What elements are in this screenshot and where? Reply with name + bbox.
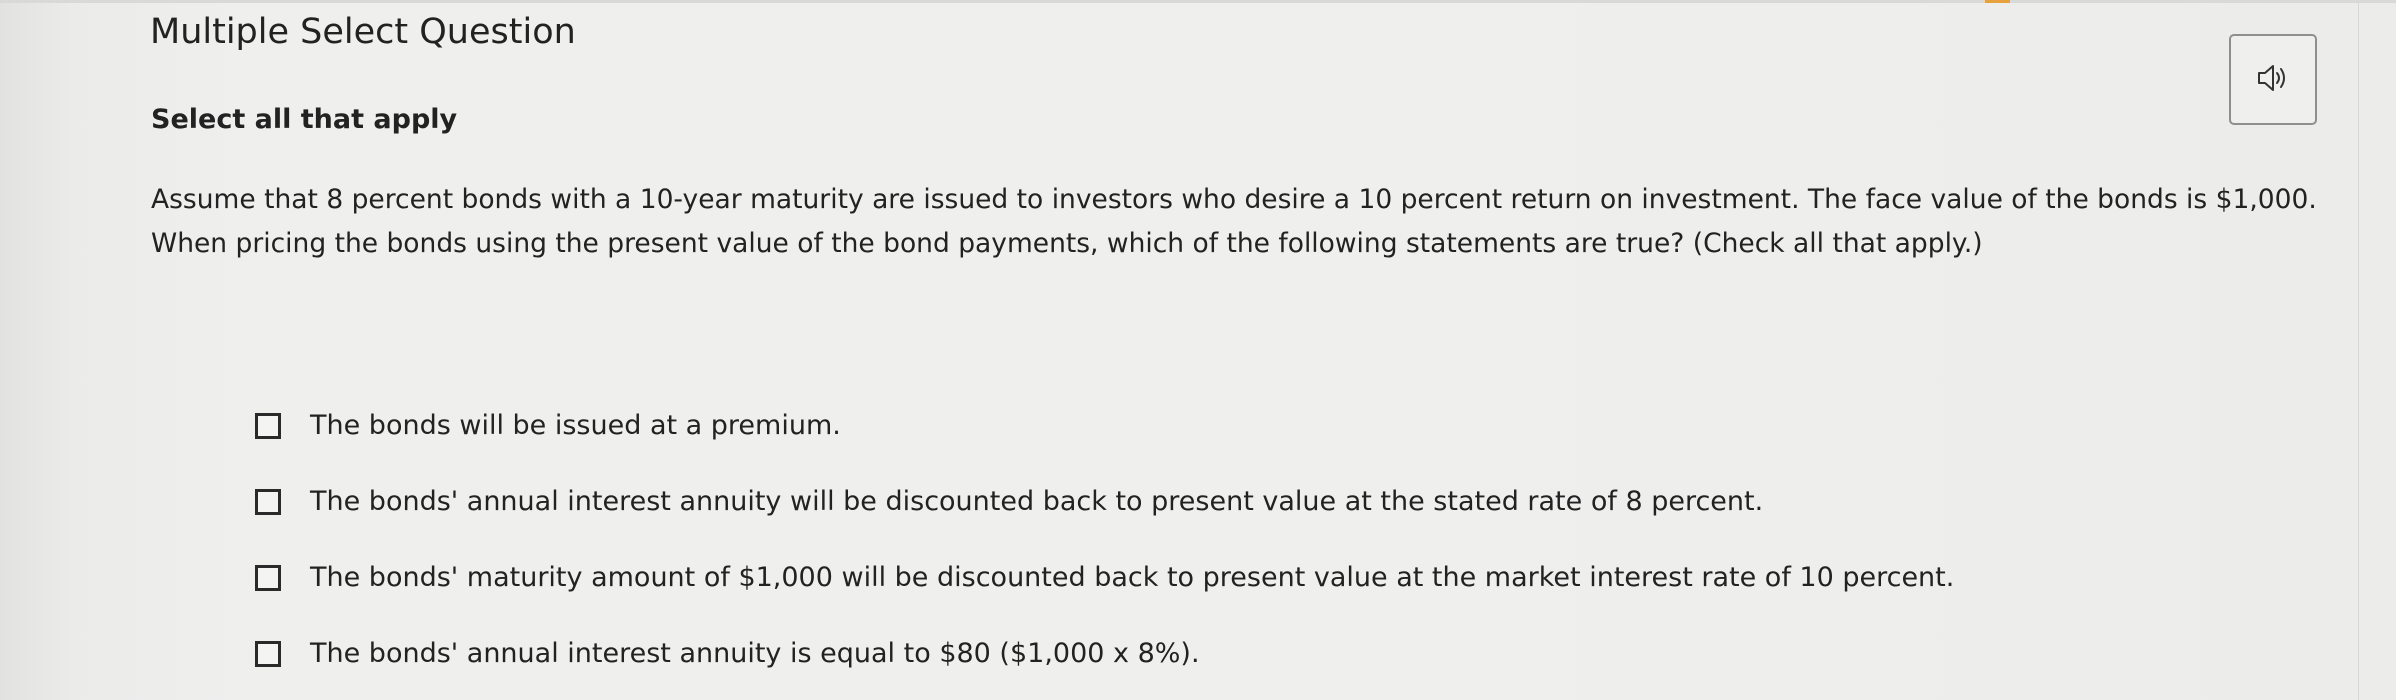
read-aloud-button[interactable] [2229, 34, 2317, 125]
question-stem: Assume that 8 percent bonds with a 10-ye… [151, 178, 2351, 266]
speaker-icon [2256, 63, 2290, 97]
question-stem-line: When pricing the bonds using the present… [151, 228, 1983, 259]
top-accent-bar [1985, 0, 2010, 3]
checkbox[interactable] [255, 565, 281, 591]
answer-option-label: The bonds' annual interest annuity will … [310, 486, 1764, 517]
answer-option-3[interactable]: The bonds' maturity amount of $1,000 wil… [255, 540, 1954, 616]
answer-option-1[interactable]: The bonds will be issued at a premium. [255, 388, 1954, 464]
checkbox[interactable] [255, 641, 281, 667]
answer-option-label: The bonds' annual interest annuity is eq… [310, 638, 1200, 669]
panel-divider [2358, 0, 2359, 700]
answer-option-label: The bonds will be issued at a premium. [310, 410, 841, 441]
checkbox[interactable] [255, 489, 281, 515]
question-type-title: Multiple Select Question [150, 12, 576, 52]
checkbox[interactable] [255, 413, 281, 439]
top-border [0, 0, 2396, 3]
answer-option-2[interactable]: The bonds' annual interest annuity will … [255, 464, 1954, 540]
answer-option-label: The bonds' maturity amount of $1,000 wil… [310, 562, 1955, 593]
question-instructions: Select all that apply [151, 104, 458, 135]
answer-option-4[interactable]: The bonds' annual interest annuity is eq… [255, 616, 1954, 692]
answer-options: The bonds will be issued at a premium. T… [255, 388, 1954, 692]
question-stem-line: Assume that 8 percent bonds with a 10-ye… [151, 184, 2317, 215]
